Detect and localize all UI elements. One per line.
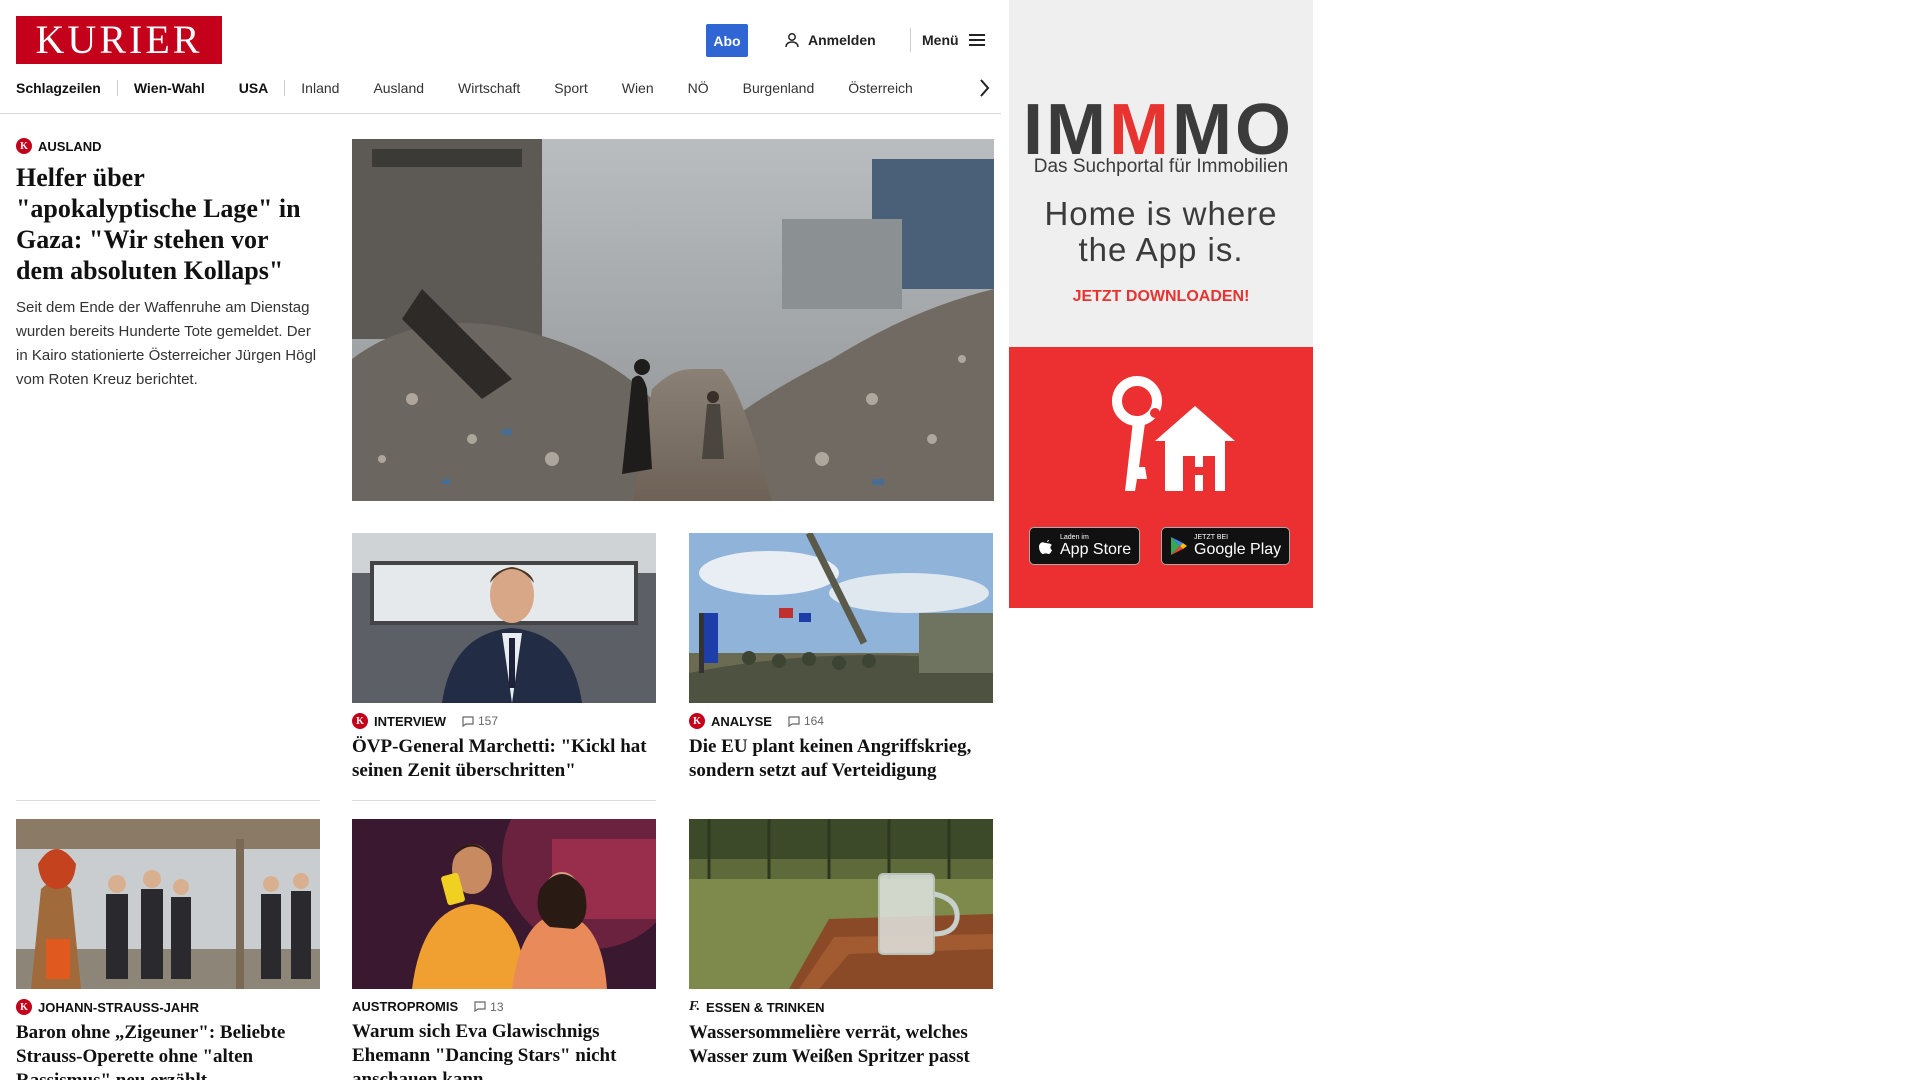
store-big-label: Google Play <box>1194 541 1282 558</box>
abo-button[interactable]: Abo <box>706 24 748 57</box>
comment-count[interactable]: 157 <box>462 714 498 728</box>
article-kicker: Essen & Trinken <box>706 999 825 1015</box>
google-play-button[interactable]: JETZT BEI Google Play <box>1161 527 1291 565</box>
article-headline[interactable]: Die EU plant keinen Angriffskrieg, sonde… <box>689 735 993 783</box>
nav-item-sport[interactable]: Sport <box>554 80 587 96</box>
kurier-plus-icon: K <box>16 138 32 154</box>
article-card-marchetti[interactable]: K Interview 157 ÖVP-General Marchetti: "… <box>352 533 656 783</box>
article-headline[interactable]: Baron ohne „Zigeuner": Beliebte Strauss-… <box>16 1021 320 1080</box>
nav-item-wien[interactable]: Wien <box>622 80 654 96</box>
nav-item-burgenland[interactable]: Burgenland <box>743 80 815 96</box>
section-nav: Schlagzeilen Wien-Wahl USA Inland Auslan… <box>16 78 947 98</box>
article-image-strauss[interactable] <box>16 819 320 989</box>
google-play-icon <box>1171 537 1187 555</box>
nav-item-schlagzeilen[interactable]: Schlagzeilen <box>16 80 101 96</box>
article-headline[interactable]: Wassersommelière verrät, welches Wasser … <box>689 1021 993 1069</box>
lead-kicker-label: Ausland <box>38 138 102 154</box>
article-kicker: Johann-Strauss-Jahr <box>38 999 200 1015</box>
article-meta: K Johann-Strauss-Jahr <box>16 999 320 1015</box>
article-headline[interactable]: Warum sich Eva Glawischnigs Ehemann "Dan… <box>352 1020 656 1080</box>
lead-kicker: K Ausland <box>16 138 322 154</box>
lead-teaser: Seit dem Ende der Waffenruhe am Dienstag… <box>16 299 317 388</box>
comment-icon <box>788 715 800 727</box>
house-key-icon <box>1112 376 1235 491</box>
ad-red-panel: Laden im App Store JETZT BEI Google Play <box>1009 347 1313 608</box>
ad-cta-link[interactable]: JETZT DOWNLOADEN! <box>1009 288 1313 306</box>
article-meta: f. Essen & Trinken <box>689 999 993 1015</box>
nav-item-inland[interactable]: Inland <box>301 80 339 96</box>
article-image-dancing-stars[interactable] <box>352 819 656 989</box>
article-card-dancing-stars[interactable]: Austropromis 13 Warum sich Eva Glawischn… <box>352 819 656 1080</box>
kurier-plus-icon: K <box>16 999 32 1015</box>
article-image-water-sommelier[interactable] <box>689 819 993 989</box>
article-headline[interactable]: ÖVP-General Marchetti: "Kickl hat seinen… <box>352 735 656 783</box>
hamburger-icon <box>968 34 985 46</box>
article-kicker: Interview <box>374 713 446 729</box>
menu-label: Menü <box>922 32 959 48</box>
article-image-eu-defence[interactable] <box>689 533 993 703</box>
article-kicker: Analyse <box>711 713 772 729</box>
article-card-strauss[interactable]: K Johann-Strauss-Jahr Baron ohne „Zigeun… <box>16 819 320 1080</box>
lead-headline[interactable]: Helfer über "apokalyptische Lage" in Gaz… <box>16 162 322 286</box>
ad-slogan: Home is where the App is. <box>1009 196 1313 268</box>
comment-count-value: 157 <box>478 714 499 728</box>
comment-icon <box>462 715 474 727</box>
article-meta: K Analyse 164 <box>689 713 993 729</box>
user-icon <box>785 33 799 48</box>
comment-count[interactable]: 164 <box>788 714 824 728</box>
nav-item-usa[interactable]: USA <box>239 80 269 96</box>
nav-divider <box>116 80 118 96</box>
nav-item-noe[interactable]: NÖ <box>688 80 709 96</box>
chevron-right-icon[interactable] <box>978 78 990 98</box>
login-label: Anmelden <box>808 32 876 48</box>
article-card-water-sommelier[interactable]: f. Essen & Trinken Wassersommelière verr… <box>689 819 993 1069</box>
app-store-button[interactable]: Laden im App Store <box>1029 527 1141 565</box>
comment-count[interactable]: 13 <box>474 999 504 1014</box>
comment-count-value: 13 <box>490 999 504 1014</box>
site-header: KURIER Abo Anmelden Menü Schlagzeilen Wi… <box>0 0 1001 114</box>
ad-slogan-line: Home is where <box>1044 195 1278 232</box>
header-divider <box>910 28 911 52</box>
nav-item-wien-wahl[interactable]: Wien-Wahl <box>134 80 205 96</box>
comment-count-value: 164 <box>803 714 824 728</box>
essen-trinken-icon: f. <box>689 999 701 1014</box>
nav-divider <box>284 80 286 96</box>
article-kicker: Austropromis <box>352 999 459 1014</box>
immmo-advertisement[interactable]: IMMMO Das Suchportal für Immobilien Home… <box>1009 0 1313 608</box>
article-meta: K Interview 157 <box>352 713 656 729</box>
store-big-label: App Store <box>1060 541 1132 558</box>
ad-subtitle: Das Suchportal für Immobilien <box>1033 156 1289 177</box>
nav-item-ausland[interactable]: Ausland <box>373 80 424 96</box>
ad-slogan-line: the App is. <box>1078 231 1244 268</box>
menu-button[interactable]: Menü <box>922 28 985 52</box>
article-card-eu-defence[interactable]: K Analyse 164 Die EU plant keinen Angrif… <box>689 533 993 783</box>
article-image-marchetti[interactable] <box>352 533 656 703</box>
lead-image[interactable] <box>352 139 994 501</box>
nav-item-wirtschaft[interactable]: Wirtschaft <box>458 80 520 96</box>
comment-icon <box>474 1001 486 1012</box>
kurier-logo[interactable]: KURIER <box>16 16 222 64</box>
row-divider <box>16 800 320 801</box>
lead-article[interactable]: K Ausland Helfer über "apokalyptische La… <box>16 138 322 392</box>
row-divider <box>352 800 656 801</box>
kurier-plus-icon: K <box>352 713 368 729</box>
article-meta: Austropromis 13 <box>352 999 656 1014</box>
nav-item-oesterreich[interactable]: Österreich <box>848 80 913 96</box>
kurier-plus-icon: K <box>689 713 705 729</box>
login-button[interactable]: Anmelden <box>784 28 876 52</box>
apple-icon <box>1039 540 1052 554</box>
